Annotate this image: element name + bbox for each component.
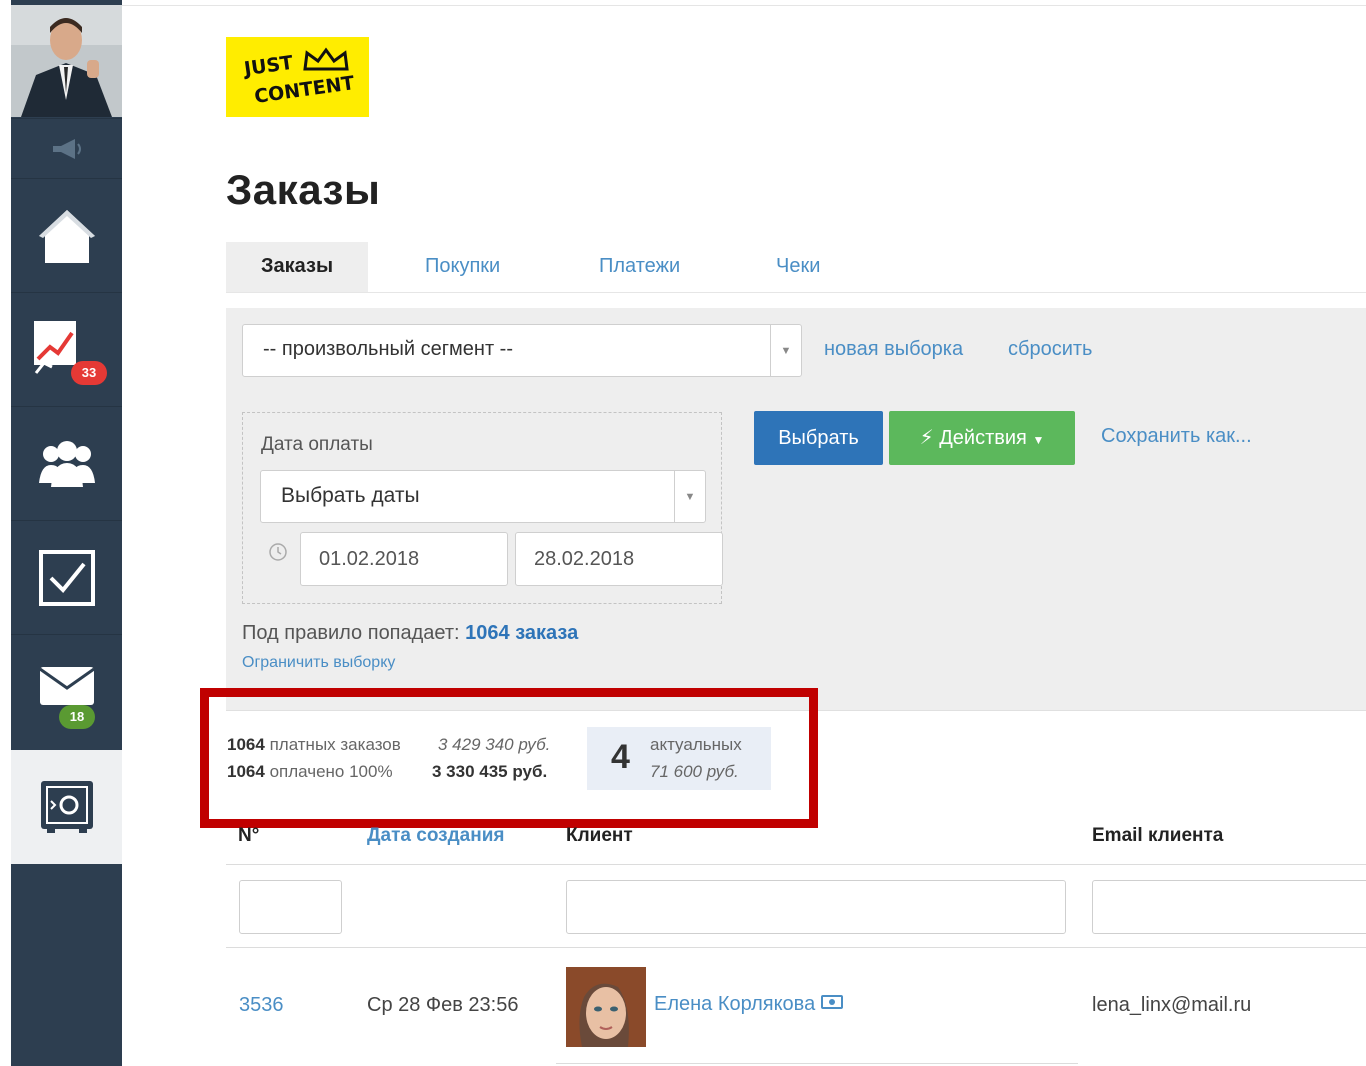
date-to-input[interactable]: 28.02.2018 (515, 532, 723, 586)
sidebar-item-mail[interactable]: 18 (11, 634, 122, 751)
analytics-badge: 33 (71, 361, 107, 385)
sidebar-item-users[interactable] (11, 406, 122, 521)
payment-date-filter: Дата оплаты Выбрать даты ▼ 01.02.2018 28… (242, 412, 723, 604)
select-button-label: Выбрать (778, 427, 859, 449)
reset-link[interactable]: сбросить (1008, 338, 1092, 361)
row-client-email: lena_linx@mail.ru (1092, 994, 1252, 1016)
actions-button[interactable]: ⚡ Действия ▼ (889, 411, 1075, 465)
filter-row-divider (226, 947, 1366, 948)
megaphone-icon (52, 139, 81, 159)
header-divider (226, 864, 1366, 865)
client-name-text: Елена Корлякова (654, 993, 816, 1015)
rule-prefix: Под правило попадает: (242, 622, 460, 644)
top-divider (122, 5, 1366, 6)
date-from-input[interactable]: 01.02.2018 (300, 532, 508, 586)
segment-select-value: -- произвольный сегмент -- (263, 338, 513, 360)
row-client-name[interactable]: Елена Корлякова (654, 993, 843, 1016)
clock-icon (269, 543, 287, 561)
sidebar-item-analytics[interactable]: 33 (11, 292, 122, 407)
envelope-icon (38, 667, 95, 705)
sidebar: 33 18 (11, 0, 122, 1066)
page-title: Заказы (226, 166, 381, 213)
column-client-email[interactable]: Email клиента (1092, 825, 1223, 847)
payment-date-label: Дата оплаты (261, 434, 373, 455)
mail-badge: 18 (59, 705, 95, 729)
brand-logo[interactable]: JUST CONTENT (226, 37, 369, 117)
filter-client-input[interactable] (566, 880, 1066, 934)
home-icon (38, 210, 95, 263)
tab-label: Заказы (260, 255, 334, 277)
tab-label: Покупки (425, 255, 501, 277)
checkbox-icon (38, 550, 95, 606)
chevron-down-icon: ▼ (674, 471, 705, 522)
users-icon (38, 441, 95, 487)
filter-number-input[interactable] (239, 880, 342, 934)
row-order-id[interactable]: 3536 (239, 994, 284, 1017)
date-range-select-value: Выбрать даты (281, 484, 420, 507)
column-created-date[interactable]: Дата создания (367, 825, 505, 847)
save-as-link[interactable]: Сохранить как... (1101, 425, 1252, 448)
lightning-icon: ⚡ (919, 427, 934, 449)
tab-receipts[interactable]: Чеки (776, 242, 820, 292)
segment-select[interactable]: -- произвольный сегмент -- ▼ (242, 324, 802, 377)
safe-icon (40, 781, 93, 833)
sidebar-item-home[interactable] (11, 178, 122, 293)
logo-text-line2: CONTENT (252, 72, 356, 108)
crown-icon (303, 47, 349, 71)
column-number[interactable]: N° (238, 825, 259, 847)
sidebar-item-sales[interactable] (11, 750, 122, 864)
limit-selection-link[interactable]: Ограничить выборку (242, 654, 395, 672)
highlight-box (200, 688, 818, 828)
tab-label: Чеки (776, 255, 821, 277)
tab-payments[interactable]: Платежи (599, 242, 680, 292)
date-to-value: 28.02.2018 (534, 547, 635, 570)
caret-down-icon: ▼ (1032, 433, 1045, 447)
rule-summary: Под правило попадает: 1064 заказа (242, 622, 578, 645)
client-avatar[interactable] (566, 967, 646, 1047)
date-from-value: 01.02.2018 (319, 547, 420, 570)
filter-email-input[interactable] (1092, 880, 1366, 934)
tab-purchases[interactable]: Покупки (425, 242, 500, 292)
new-selection-link[interactable]: новая выборка (824, 338, 963, 361)
tab-orders[interactable]: Заказы (226, 242, 368, 292)
sidebar-item-announcements[interactable] (11, 118, 122, 179)
logo-text-line1: JUST (242, 51, 295, 81)
date-range-select[interactable]: Выбрать даты ▼ (260, 470, 706, 523)
column-client[interactable]: Клиент (566, 825, 633, 847)
tab-label: Платежи (599, 255, 681, 277)
sidebar-item-tasks[interactable] (11, 520, 122, 635)
row-created-date: Ср 28 Фев 23:56 (367, 994, 519, 1016)
chevron-down-icon: ▼ (770, 325, 801, 376)
tab-bar: Заказы Покупки Платежи Чеки (226, 242, 1366, 293)
money-icon (820, 995, 843, 1009)
user-avatar[interactable] (11, 5, 122, 117)
rule-count-link[interactable]: 1064 заказа (465, 622, 578, 644)
actions-button-label: Действия (939, 427, 1027, 449)
select-button[interactable]: Выбрать (754, 411, 883, 465)
row-divider (556, 1063, 1078, 1064)
